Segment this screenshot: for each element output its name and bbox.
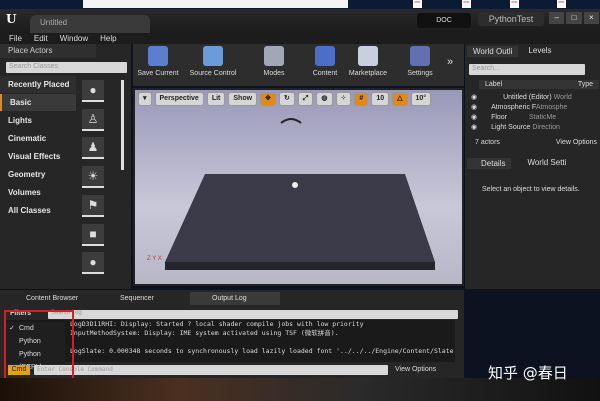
menu-help[interactable]: Help	[100, 33, 116, 44]
watermark: 知乎 @春日	[488, 364, 568, 382]
search-classes-input[interactable]: Search Classes	[6, 62, 127, 73]
visibility-eye-icon[interactable]: ◉	[465, 124, 477, 131]
tab-levels[interactable]: Levels	[528, 46, 551, 57]
visibility-eye-icon[interactable]: ◉	[465, 114, 477, 121]
minimize-button[interactable]: –	[549, 12, 565, 24]
scrollbar[interactable]	[121, 80, 124, 170]
level-viewport[interactable]: ▾ Perspective Lit Show ✥ ↻ ⤢ ◍ ⁘ # 10 △ …	[133, 88, 464, 286]
content-icon	[315, 46, 335, 66]
pdf-file-icon[interactable]: PDF	[510, 0, 519, 8]
unreal-logo-icon: U	[6, 12, 17, 26]
save-current-button[interactable]: Save Current	[135, 46, 181, 77]
visibility-eye-icon[interactable]: ◉	[465, 94, 477, 101]
tab-world-outliner[interactable]: World Outli	[467, 46, 519, 57]
settings-icon	[410, 46, 430, 66]
outliner-row[interactable]: ◉ Light Source Direction	[465, 123, 600, 133]
category-volumes[interactable]: Volumes	[0, 184, 76, 201]
close-button[interactable]: ×	[583, 12, 599, 24]
highlight-box	[4, 310, 74, 381]
menu-edit[interactable]: Edit	[34, 33, 48, 44]
category-all-classes[interactable]: All Classes	[0, 202, 76, 219]
menu-file[interactable]: File	[9, 33, 22, 44]
floor-mesh	[165, 174, 435, 262]
pdf-file-icon[interactable]: PDF	[462, 0, 471, 8]
cube-icon[interactable]: ■	[82, 224, 104, 246]
content-button[interactable]: Content	[309, 46, 341, 77]
tab-world-settings[interactable]: World Setti	[527, 158, 566, 169]
console-command-input[interactable]: Enter Console Command	[34, 365, 388, 375]
axis-gizmo: Z Y X	[147, 256, 162, 262]
floor-edge	[165, 262, 435, 270]
point-light-icon[interactable]: ☀	[82, 166, 104, 188]
save-icon	[148, 46, 168, 66]
marketplace-button[interactable]: Marketplace	[345, 46, 391, 77]
player-start-icon[interactable]: ⚑	[82, 195, 104, 217]
menu-bar: File Edit Window Help	[0, 33, 600, 44]
character-icon[interactable]: ♙	[82, 109, 104, 131]
outliner-row[interactable]: ◉ Atmospheric FAtmosphe	[465, 103, 600, 113]
view-options-button[interactable]: View Options	[556, 139, 597, 146]
settings-button[interactable]: Settings	[400, 46, 440, 77]
category-lights[interactable]: Lights	[0, 112, 76, 129]
category-cinematic[interactable]: Cinematic	[0, 130, 76, 147]
player-start	[292, 182, 298, 188]
sphere-icon[interactable]: ●	[82, 252, 104, 274]
doc-button[interactable]: DOC	[417, 13, 471, 28]
menu-window[interactable]: Window	[60, 33, 88, 44]
source-control-button[interactable]: Source Control	[185, 46, 241, 77]
bottom-panel: Content Browser Sequencer Output Log Fil…	[0, 290, 464, 381]
pdf-file-icon[interactable]: PDF	[413, 0, 422, 8]
tab-place-actors[interactable]: Place Actors	[0, 44, 96, 58]
project-name: PythonTest	[478, 12, 544, 26]
marketplace-icon	[358, 46, 378, 66]
world-outliner-panel: World Outli Levels Search... Label Type ◉ …	[465, 44, 600, 289]
pawn-icon[interactable]: ♟	[82, 137, 104, 159]
log-view-options-button[interactable]: View Options	[395, 366, 436, 373]
desktop-strip: PDF PDF PDF PDF	[0, 0, 600, 9]
light-source-icon	[280, 118, 302, 124]
source-control-icon	[203, 46, 223, 66]
column-type[interactable]: Type	[578, 81, 593, 88]
toolbar-overflow-icon[interactable]: »	[447, 56, 453, 68]
modes-icon	[264, 46, 284, 66]
category-visual-effects[interactable]: Visual Effects	[0, 148, 76, 165]
tab-details[interactable]: Details	[467, 158, 512, 169]
document-tab[interactable]: Untitled	[30, 15, 150, 33]
search-log-input[interactable]: Search Log	[48, 310, 458, 319]
maximize-button[interactable]: □	[566, 12, 582, 24]
empty-actor-icon[interactable]: ●	[82, 80, 104, 102]
category-basic[interactable]: Basic	[0, 94, 76, 111]
main-toolbar: Save Current Source Control Modes Conten…	[133, 44, 464, 86]
category-geometry[interactable]: Geometry	[0, 166, 76, 183]
tab-sequencer[interactable]: Sequencer	[98, 292, 178, 305]
place-actors-panel: Place Actors Search Classes Recently Pla…	[0, 44, 131, 289]
outliner-search-input[interactable]: Search...	[469, 64, 585, 75]
pdf-file-icon[interactable]: PDF	[557, 0, 566, 8]
actor-count: 7 actors	[475, 139, 500, 146]
outliner-row[interactable]: ◉ Floor StaticMe	[465, 113, 600, 123]
column-label[interactable]: Label	[485, 81, 502, 88]
tab-content-browser[interactable]: Content Browser	[4, 292, 94, 305]
category-recently-placed[interactable]: Recently Placed	[0, 76, 76, 93]
scene: Z Y X	[147, 118, 435, 270]
visibility-eye-icon[interactable]: ◉	[465, 104, 477, 111]
outliner-row[interactable]: ◉ Untitled (Editor) World	[465, 93, 600, 103]
tab-output-log[interactable]: Output Log	[190, 292, 280, 305]
details-empty-message: Select an object to view details.	[482, 186, 580, 193]
modes-button[interactable]: Modes	[255, 46, 293, 77]
